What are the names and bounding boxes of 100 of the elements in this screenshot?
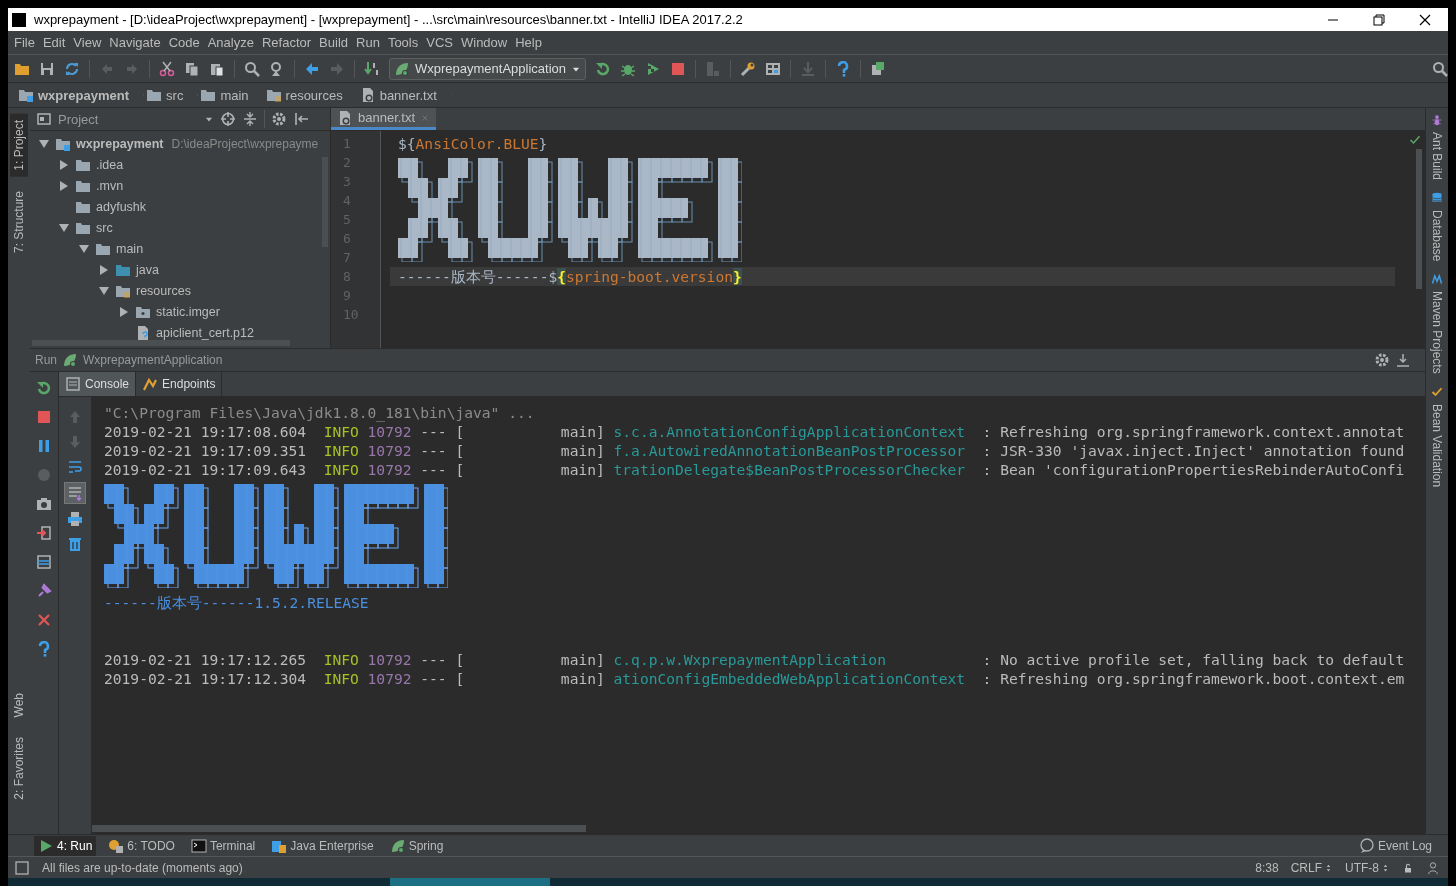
- editor-tab[interactable]: banner.txt: [331, 108, 437, 130]
- tool-window-button[interactable]: 6: TODO: [104, 835, 179, 856]
- hide-icon[interactable]: [1395, 352, 1411, 368]
- project-icon: [36, 111, 52, 127]
- menu-item[interactable]: Tools: [385, 35, 425, 50]
- breadcrumb-item[interactable]: resources: [263, 87, 358, 103]
- tool-window-tab[interactable]: Maven Projects: [1428, 285, 1446, 381]
- menu-item[interactable]: File: [12, 35, 41, 50]
- settings-icon[interactable]: [1374, 352, 1390, 368]
- restore-icon[interactable]: [1371, 11, 1387, 28]
- menu-item[interactable]: View: [71, 35, 108, 50]
- search-icon[interactable]: [244, 60, 260, 77]
- stop-icon[interactable]: [36, 409, 52, 425]
- balloon-icon: [1358, 837, 1375, 854]
- trash-icon[interactable]: [67, 536, 83, 552]
- encoding-selector[interactable]: UTF-8: [1345, 860, 1390, 875]
- scrollbar[interactable]: [92, 825, 586, 832]
- project-view-dropdown[interactable]: Project: [36, 111, 214, 127]
- run-panel-title: Run: [35, 353, 57, 367]
- menu-item[interactable]: Edit: [40, 35, 72, 50]
- toggle-panels-icon[interactable]: [14, 859, 30, 876]
- tool-window-button[interactable]: Terminal: [186, 835, 260, 856]
- project-structure-icon[interactable]: [765, 60, 782, 77]
- breadcrumb-item[interactable]: banner.txt: [357, 87, 452, 103]
- menu-item[interactable]: Navigate: [107, 35, 167, 50]
- caret-position[interactable]: 8:38: [1255, 860, 1279, 875]
- collapsed-arrow-icon[interactable]: [99, 264, 109, 275]
- log-line: 2019-02-21 19:17:08.604 INFO 10792 --- [ main] s.c.a.AnnotationConfigApplicationContext : Refreshing org.springframework.context.annotat: [104, 422, 1406, 441]
- menu-item[interactable]: Help: [513, 35, 548, 50]
- tool-window-tab[interactable]: 7: Structure: [10, 184, 28, 259]
- run-tab[interactable]: Endpoints: [136, 372, 223, 396]
- collapsed-arrow-icon[interactable]: [59, 180, 69, 191]
- collapsed-arrow-icon[interactable]: [59, 159, 69, 170]
- expanded-arrow-icon[interactable]: [99, 285, 109, 296]
- tree-item[interactable]: apiclient_cert.p12: [30, 322, 330, 343]
- rerun-icon[interactable]: [595, 60, 612, 77]
- pause-icon[interactable]: [36, 438, 52, 454]
- copy-icon[interactable]: [184, 60, 200, 77]
- run-configuration-name: WxprepaymentApplication: [83, 353, 223, 367]
- event-log-button[interactable]: Event Log: [1354, 835, 1436, 856]
- lock-icon[interactable]: [1402, 861, 1414, 874]
- run-configuration-dropdown[interactable]: WxprepaymentApplication: [389, 57, 587, 80]
- tool-window-tab[interactable]: Database: [1428, 204, 1446, 268]
- tree-item[interactable]: main: [30, 238, 330, 259]
- sync-icon[interactable]: [64, 60, 80, 77]
- breadcrumb-item[interactable]: main: [198, 87, 264, 103]
- menu-item[interactable]: Refactor: [259, 35, 318, 50]
- tool-window-tab[interactable]: Ant Build: [1428, 126, 1446, 187]
- menu-item[interactable]: Window: [458, 35, 514, 50]
- tool-window-tab[interactable]: 1: Project: [10, 114, 28, 177]
- collapsed-arrow-icon[interactable]: [119, 306, 129, 317]
- scroll-to-end-icon[interactable]: [67, 485, 83, 501]
- tool-window-tab[interactable]: Web: [10, 686, 28, 724]
- expanded-arrow-icon[interactable]: [79, 243, 89, 254]
- build-icon[interactable]: [364, 60, 380, 77]
- stop-icon[interactable]: [670, 60, 687, 77]
- layout-icon[interactable]: [36, 554, 52, 570]
- tree-item[interactable]: java: [30, 259, 330, 280]
- scrollbar[interactable]: [32, 340, 290, 346]
- expanded-arrow-icon[interactable]: [59, 222, 69, 233]
- tree-item[interactable]: adyfushk: [30, 196, 330, 217]
- menu-item[interactable]: Run: [354, 35, 386, 50]
- search-icon[interactable]: [1432, 60, 1448, 77]
- tool-window-tab[interactable]: Bean Validation: [1428, 398, 1446, 494]
- target-icon[interactable]: [220, 111, 236, 127]
- menu-item[interactable]: Build: [317, 35, 354, 50]
- pin-icon[interactable]: [36, 583, 52, 599]
- window-title: wxprepayment - [D:\ideaProject\wxprepayment] - [wxprepayment] - ...\src\main\resources\banner.txt - IntelliJ IDEA 2017.2.2: [34, 12, 743, 27]
- help-icon[interactable]: [36, 641, 52, 657]
- soft-wrap-icon[interactable]: [67, 459, 83, 475]
- hide-panel-icon[interactable]: [293, 111, 309, 127]
- camera-icon[interactable]: [36, 496, 52, 512]
- print-icon[interactable]: [67, 511, 83, 527]
- tree-item[interactable]: src: [30, 217, 330, 238]
- rerun-icon[interactable]: [36, 380, 52, 396]
- tool-window-button[interactable]: 4: Run: [34, 835, 97, 856]
- expanded-arrow-icon[interactable]: [39, 138, 49, 149]
- settings-icon[interactable]: [271, 111, 287, 127]
- tool-window-button[interactable]: Java Enterprise: [267, 835, 378, 856]
- run-tab[interactable]: Console: [59, 372, 137, 396]
- scissors-icon[interactable]: [159, 60, 175, 77]
- tree-item[interactable]: .mvn: [30, 175, 330, 196]
- tool-window-button[interactable]: Spring: [385, 835, 448, 856]
- tree-item[interactable]: static.imger: [30, 301, 330, 322]
- breadcrumb-item[interactable]: src: [144, 87, 199, 103]
- tree-item[interactable]: wxprepayment D:\ideaProject\wxprepayme: [30, 133, 330, 154]
- tree-item[interactable]: .idea: [30, 154, 330, 175]
- line-separator-selector[interactable]: CRLF: [1290, 860, 1333, 875]
- menu-item[interactable]: Code: [166, 35, 206, 50]
- scrollbar[interactable]: [1416, 149, 1422, 289]
- wrench-icon[interactable]: [740, 60, 757, 77]
- breadcrumb-item[interactable]: wxprepayment: [16, 87, 145, 103]
- tool-window-tab[interactable]: 2: Favorites: [10, 731, 28, 806]
- tree-item[interactable]: resources: [30, 280, 330, 301]
- menu-item[interactable]: VCS: [424, 35, 459, 50]
- menu-item[interactable]: Analyze: [205, 35, 260, 50]
- collapse-icon[interactable]: [242, 111, 258, 127]
- maven-icon: [1431, 273, 1443, 286]
- console-line: "C:\Program Files\Java\jdk1.8.0_181\bin\java" ...: [104, 403, 536, 422]
- exit-icon[interactable]: [36, 525, 52, 541]
